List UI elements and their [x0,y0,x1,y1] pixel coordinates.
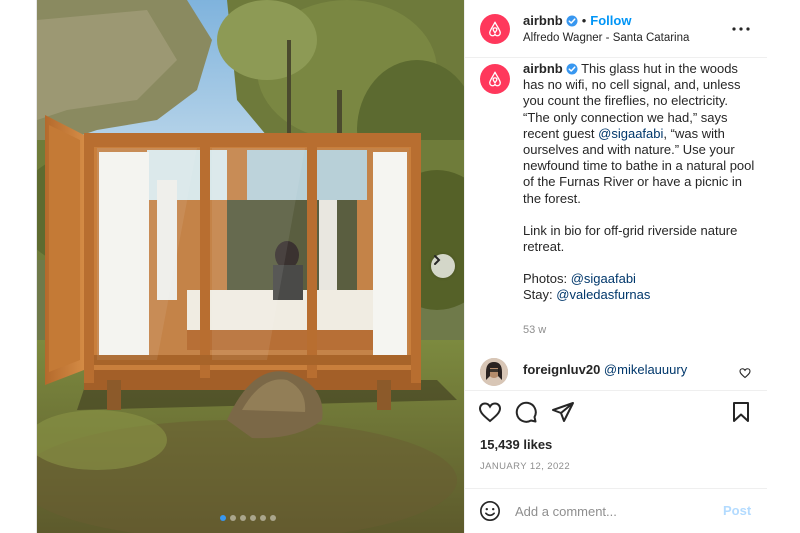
comment-button[interactable] [514,400,538,424]
post-header: airbnb • Follow Alfredo Wagner - Santa Cat… [465,0,767,58]
post-actions [465,398,767,426]
more-horizontal-icon [732,27,750,31]
dot-separator: • [581,13,587,28]
author-avatar[interactable] [480,14,510,44]
carousel-dot [250,515,256,521]
carousel-indicator [220,515,276,521]
follow-button[interactable]: Follow [590,13,631,28]
comment-like-button[interactable] [739,366,751,384]
add-comment-bar: Post [465,488,767,533]
carousel-dot [270,515,276,521]
bookmark-icon [733,402,749,422]
carousel-dot [220,515,226,521]
comment-item: foreignluv20 @mikelauuury [465,356,767,388]
comment-mention-link[interactable]: @mikelauuury [604,362,687,377]
carousel-dot [260,515,266,521]
commenter-handle[interactable]: foreignluv20 [523,362,600,377]
emoji-icon [480,501,500,521]
glass-hut-image [37,0,464,533]
save-button[interactable] [729,400,753,424]
mention-link[interactable]: @sigaafabi [598,126,663,141]
caption-handle[interactable]: airbnb [523,61,563,76]
instagram-post: airbnb • Follow Alfredo Wagner - Santa Cat… [36,0,767,533]
carousel-next-button[interactable] [431,254,455,278]
chevron-right-icon [434,255,441,265]
more-options-button[interactable] [731,20,751,38]
verified-badge-icon [566,15,578,27]
likes-count[interactable]: 15,439 likes [480,437,552,452]
comment-input[interactable] [515,498,715,524]
share-icon [552,402,574,422]
commenter-avatar[interactable] [480,358,508,386]
stay-mention-link[interactable]: @valedasfurnas [556,287,650,302]
post-comment-button[interactable]: Post [723,503,751,518]
actions-divider [465,390,767,391]
airbnb-logo-icon [489,21,501,37]
photos-label: Photos: [523,271,571,287]
heart-icon [739,368,751,379]
caption-paragraph-2: Link in bio for off-grid riverside natur… [523,222,738,255]
caption-credits: Photos: @sigaafabi Stay: @valedasfurnas [523,271,757,303]
carousel-dot [230,515,236,521]
header-author-line: airbnb • Follow [523,13,631,28]
verified-badge-icon [566,63,578,75]
like-button[interactable] [478,400,502,424]
user-photo-icon [480,358,508,386]
post-date[interactable]: JANUARY 12, 2022 [480,461,570,472]
airbnb-logo-icon [489,71,501,87]
caption-paragraph-1: airbnb This glass hut in the woods has n… [523,61,757,207]
carousel-dot [240,515,246,521]
comment-icon [515,401,537,423]
post-caption: airbnb This glass hut in the woods has n… [523,61,757,304]
post-photo[interactable] [37,0,464,533]
post-side-panel: airbnb • Follow Alfredo Wagner - Santa Cat… [464,0,767,533]
comment-text: foreignluv20 @mikelauuury [523,362,687,377]
author-handle[interactable]: airbnb [523,13,563,28]
heart-icon [478,402,502,423]
caption-author-avatar[interactable] [480,64,510,94]
share-button[interactable] [551,400,575,424]
emoji-button[interactable] [479,500,501,522]
post-location[interactable]: Alfredo Wagner - Santa Catarina [523,32,689,44]
photos-mention-link[interactable]: @sigaafabi [571,271,636,286]
stay-label: Stay: [523,287,557,303]
caption-timestamp[interactable]: 53 w [523,324,546,336]
